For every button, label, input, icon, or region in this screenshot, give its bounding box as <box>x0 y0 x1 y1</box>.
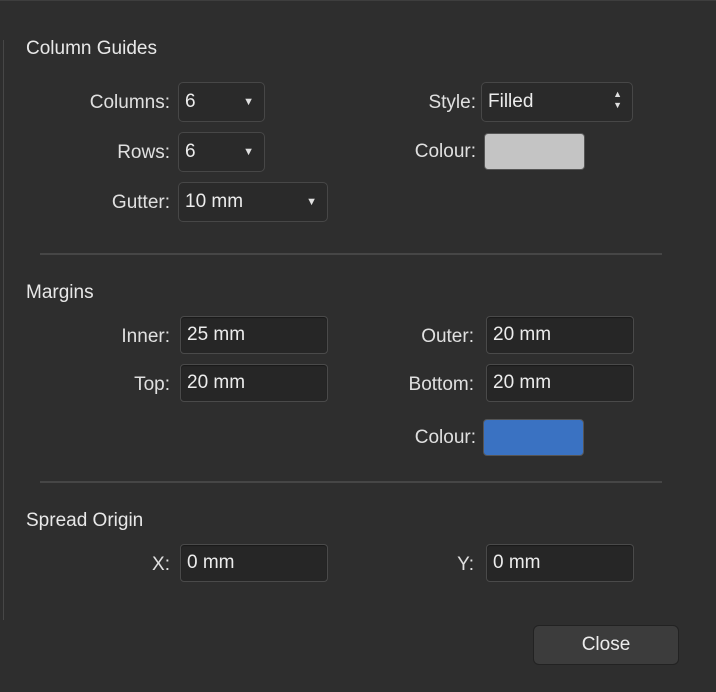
x-label: X: <box>152 554 170 575</box>
margin-colour-label: Colour: <box>414 427 476 448</box>
inner-field[interactable]: 25 mm <box>180 316 328 354</box>
style-label: Style: <box>428 92 476 113</box>
section-divider <box>40 481 662 483</box>
bottom-label: Bottom: <box>408 374 474 395</box>
columns-label: Columns: <box>89 92 170 113</box>
gutter-label: Gutter: <box>111 192 170 213</box>
margin-colour-swatch[interactable] <box>483 419 584 456</box>
chevron-down-icon: ▼ <box>243 146 254 158</box>
chevron-down-icon: ▼ <box>243 96 254 108</box>
guide-colour-swatch[interactable] <box>484 133 585 170</box>
gutter-dropdown[interactable]: 10 mm ▼ <box>178 182 328 222</box>
outer-field[interactable]: 20 mm <box>486 316 634 354</box>
style-value: Filled <box>488 91 534 112</box>
bottom-field[interactable]: 20 mm <box>486 364 634 402</box>
style-dropdown[interactable]: Filled ▲ ▼ <box>481 82 633 122</box>
column-guides-title: Column Guides <box>26 38 157 59</box>
chevron-down-icon: ▼ <box>306 196 317 208</box>
gutter-value: 10 mm <box>185 191 244 212</box>
y-field[interactable]: 0 mm <box>486 544 634 582</box>
top-border <box>0 0 716 1</box>
x-field[interactable]: 0 mm <box>180 544 328 582</box>
y-label: Y: <box>457 554 474 575</box>
left-edge-divider <box>3 40 4 620</box>
rows-dropdown[interactable]: 6 ▼ <box>178 132 265 172</box>
inner-label: Inner: <box>121 326 170 347</box>
rows-value: 6 <box>185 141 196 162</box>
top-label: Top: <box>134 374 170 395</box>
guides-dialog: Column Guides Columns: 6 ▼ Rows: 6 ▼ Gut… <box>0 0 716 692</box>
columns-dropdown[interactable]: 6 ▼ <box>178 82 265 122</box>
up-down-stepper-icon: ▲ ▼ <box>613 89 622 110</box>
spread-origin-title: Spread Origin <box>26 510 144 531</box>
guide-colour-label: Colour: <box>414 141 476 162</box>
top-field[interactable]: 20 mm <box>180 364 328 402</box>
rows-label: Rows: <box>117 142 170 163</box>
close-button[interactable]: Close <box>533 625 679 665</box>
section-divider <box>40 253 662 255</box>
margins-title: Margins <box>26 282 94 303</box>
outer-label: Outer: <box>421 326 474 347</box>
columns-value: 6 <box>185 91 196 112</box>
